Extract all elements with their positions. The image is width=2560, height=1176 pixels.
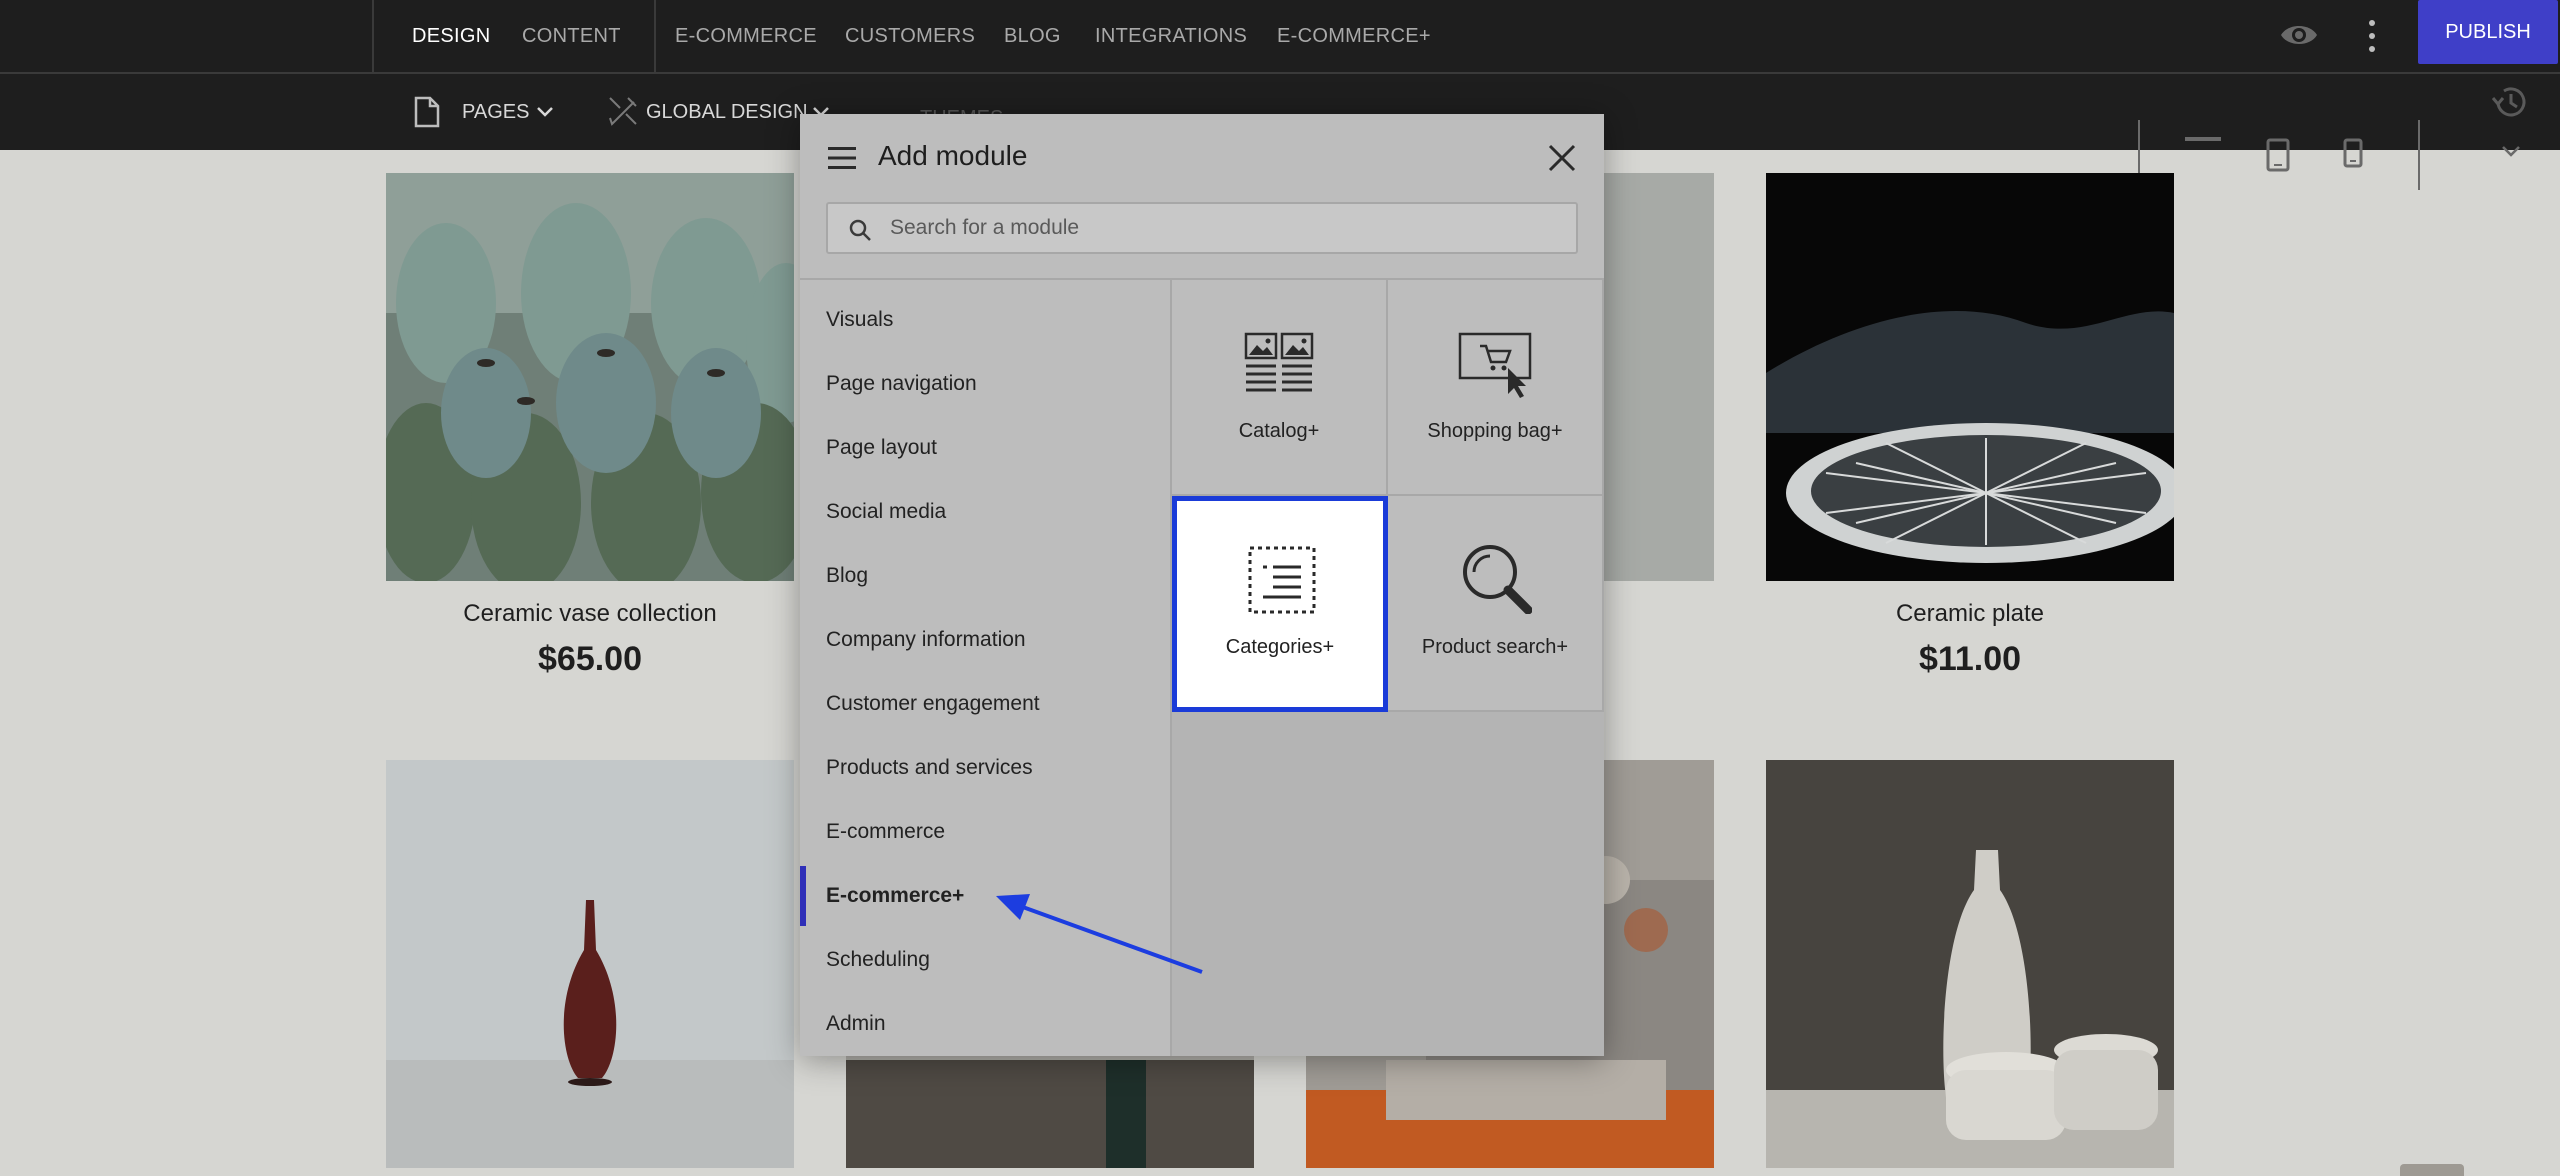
module-search-input[interactable] xyxy=(890,204,1560,252)
module-label: Product search+ xyxy=(1421,636,1569,658)
annotation-arrow xyxy=(996,894,1203,974)
category-social-media[interactable]: Social media xyxy=(800,482,1170,542)
divider xyxy=(654,0,656,72)
category-admin[interactable]: Admin xyxy=(800,994,1170,1054)
module-tile-categories[interactable]: Categories+ xyxy=(1172,496,1388,712)
search-icon xyxy=(849,219,871,241)
dialog-header: Add module xyxy=(800,114,1604,280)
category-customer-engagement[interactable]: Customer engagement xyxy=(800,674,1170,734)
module-label: Shopping bag+ xyxy=(1427,420,1563,442)
category-page-layout[interactable]: Page layout xyxy=(800,418,1170,478)
close-icon[interactable] xyxy=(1546,142,1578,174)
pages-menu[interactable]: PAGES xyxy=(462,74,529,150)
module-grid: Catalog+ Shopping bag+ Categories+ Produ… xyxy=(1172,280,1604,1056)
top-toolbar: DESIGN CONTENT E-COMMERCE CUSTOMERS BLOG… xyxy=(0,0,2560,150)
product-image-plate[interactable] xyxy=(1766,173,2174,581)
product-search-icon xyxy=(1463,545,1532,614)
module-label: Categories+ xyxy=(1225,636,1335,658)
tab-e-commerce[interactable]: E-COMMERCE xyxy=(675,0,817,72)
product-image-vases[interactable] xyxy=(386,173,794,581)
scroll-to-top-button[interactable] xyxy=(2400,1164,2464,1176)
category-visuals[interactable]: Visuals xyxy=(800,290,1170,350)
product-image-bottle[interactable] xyxy=(1766,760,2174,1168)
chevron-down-icon xyxy=(537,107,553,117)
product-price: $11.00 xyxy=(1918,640,2022,678)
hamburger-menu-icon[interactable] xyxy=(826,144,858,172)
divider xyxy=(372,0,374,72)
divider xyxy=(2418,120,2420,190)
tablet-view-icon[interactable] xyxy=(2266,138,2290,172)
catalog-icon xyxy=(1244,332,1314,392)
shopping-bag-icon xyxy=(1458,332,1532,398)
module-tile-shopping-bag[interactable]: Shopping bag+ xyxy=(1388,280,1604,496)
category-e-commerce[interactable]: E-commerce xyxy=(800,802,1170,862)
mobile-view-icon[interactable] xyxy=(2342,138,2364,170)
category-blog[interactable]: Blog xyxy=(800,546,1170,606)
category-page-navigation[interactable]: Page navigation xyxy=(800,354,1170,414)
desktop-view-icon[interactable] xyxy=(2184,136,2222,160)
categories-icon xyxy=(1248,546,1316,614)
chevron-up-icon xyxy=(2400,1164,2464,1176)
module-tile-product-search[interactable]: Product search+ xyxy=(1388,496,1604,712)
history-icon[interactable] xyxy=(2490,84,2530,120)
tab-integrations[interactable]: INTEGRATIONS xyxy=(1095,0,1247,72)
tab-content[interactable]: CONTENT xyxy=(522,0,621,72)
module-label: Catalog+ xyxy=(1238,420,1320,442)
product-title[interactable]: Ceramic plate xyxy=(1766,600,2174,628)
publish-button[interactable]: PUBLISH xyxy=(2418,0,2558,64)
module-search-box[interactable] xyxy=(826,202,1578,254)
tab-blog[interactable]: BLOG xyxy=(1004,0,1061,72)
product-price: $65.00 xyxy=(538,640,642,678)
more-options-icon[interactable] xyxy=(2362,16,2382,56)
product-image-red-vase[interactable] xyxy=(386,760,794,1168)
tab-customers[interactable]: CUSTOMERS xyxy=(845,0,975,72)
dialog-title: Add module xyxy=(878,140,1028,171)
category-products-and-services[interactable]: Products and services xyxy=(800,738,1170,798)
product-title[interactable]: Ceramic vase collection xyxy=(386,600,794,628)
module-tile-catalog[interactable]: Catalog+ xyxy=(1172,280,1388,496)
design-tools-icon xyxy=(609,97,637,126)
tab-e-commerce-plus[interactable]: E-COMMERCE+ xyxy=(1277,0,1431,72)
global-design-menu[interactable]: GLOBAL DESIGN xyxy=(646,74,808,150)
chevron-down-icon[interactable] xyxy=(2500,144,2522,158)
page-icon xyxy=(414,96,440,128)
tab-design[interactable]: DESIGN xyxy=(412,0,490,72)
preview-eye-icon[interactable] xyxy=(2280,20,2318,50)
category-company-information[interactable]: Company information xyxy=(800,610,1170,670)
